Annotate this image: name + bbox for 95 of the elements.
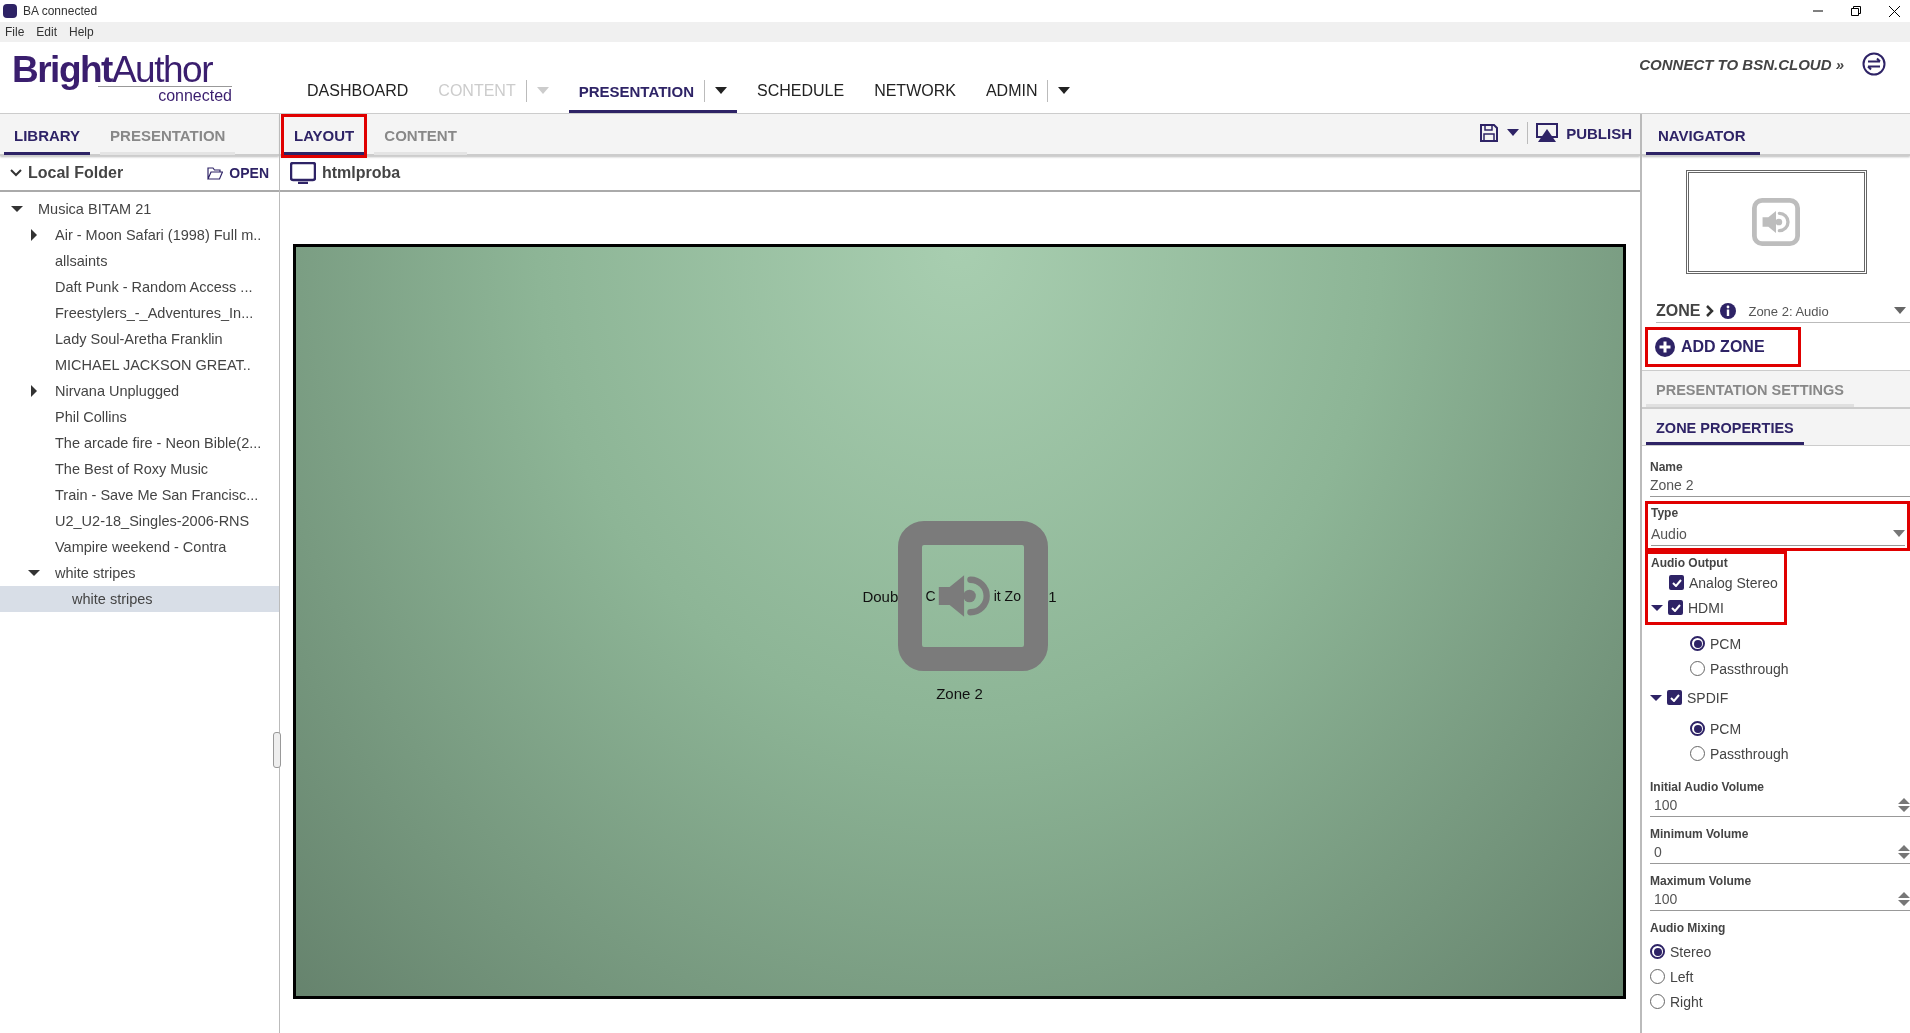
radio-label: Stereo — [1670, 943, 1712, 960]
checkbox-label: SPDIF — [1687, 689, 1729, 706]
spinner-icon[interactable] — [1898, 845, 1910, 859]
tree-item[interactable]: The Best of Roxy Music — [55, 461, 209, 477]
tree-item[interactable]: Nirvana Unplugged — [55, 383, 180, 399]
restore-icon[interactable] — [1851, 6, 1861, 16]
name-field[interactable]: Zone 2 — [1650, 474, 1910, 497]
menu-item[interactable]: Help — [69, 25, 94, 39]
tree-item[interactable]: Air - Moon Safari (1998) Full m.. — [55, 227, 262, 243]
field-label: Initial Audio Volume — [1650, 780, 1765, 794]
caret-icon[interactable] — [1507, 129, 1520, 137]
chevron-icon[interactable] — [10, 169, 22, 177]
zone-hint-fragment: 1 — [1048, 587, 1057, 605]
caret-icon[interactable] — [715, 87, 727, 95]
logo-wordmark: BrightAuthor — [12, 51, 213, 89]
tree-item[interactable]: Musica BITAM 21 — [38, 201, 152, 217]
field-label: Maximum Volume — [1650, 874, 1753, 888]
nav-tab[interactable]: SCHEDULE — [747, 72, 855, 111]
layout-canvas[interactable]: Doub C it Zo 1 Zone 2 — [293, 244, 1626, 999]
caret-icon[interactable] — [1058, 87, 1071, 95]
radio-label: Right — [1670, 993, 1703, 1010]
monitor-icon — [290, 162, 316, 184]
number-field[interactable]: 100 — [1650, 794, 1910, 817]
field-label: Audio Output — [1651, 556, 1729, 570]
radio-label: Passthrough — [1710, 660, 1789, 677]
tree-item[interactable]: MICHAEL JACKSON GREAT.. — [55, 357, 251, 373]
publish-icon — [1536, 123, 1559, 143]
tree-item[interactable]: white stripes — [55, 565, 136, 581]
number-field[interactable]: 0 — [1650, 841, 1910, 864]
nav-tab[interactable]: NETWORK — [864, 72, 966, 111]
expander-icon[interactable] — [28, 229, 40, 241]
expander-icon[interactable] — [11, 203, 23, 215]
tree-item[interactable]: Phil Collins — [55, 409, 127, 425]
editor-tab[interactable]: LAYOUT — [284, 117, 365, 155]
nav-tab[interactable]: DASHBOARD — [297, 72, 419, 111]
expander-icon[interactable] — [28, 567, 40, 579]
folder-icon — [207, 166, 224, 180]
zone-label: Zone 2 — [936, 685, 983, 702]
radio-button[interactable] — [1690, 721, 1705, 736]
menu-item[interactable]: File — [5, 25, 25, 39]
expander-icon[interactable] — [28, 385, 40, 397]
checkbox[interactable] — [1668, 600, 1683, 615]
speaker-icon — [1752, 198, 1800, 246]
tree-item[interactable]: Freestylers_-_Adventures_In... — [55, 305, 254, 321]
tree-item[interactable]: U2_U2-18_Singles-2006-RNS — [55, 513, 250, 529]
radio-label: Left — [1670, 968, 1694, 985]
add-zone-button[interactable]: ADD ZONE — [1645, 327, 1801, 367]
radio-button[interactable] — [1690, 636, 1705, 651]
connect-link[interactable]: CONNECT TO BSN.CLOUD » — [1639, 55, 1844, 73]
tree-item[interactable]: Daft Punk - Random Access ... — [55, 279, 253, 295]
zone-hint-fragment: it Zo — [993, 588, 1021, 604]
field-label: Audio Mixing — [1650, 921, 1727, 935]
save-icon[interactable] — [1479, 123, 1500, 143]
resize-handle[interactable] — [273, 732, 281, 768]
tree-item[interactable]: allsaints — [55, 253, 108, 269]
zone-dropdown[interactable]: Zone 2: Audio — [1742, 302, 1910, 320]
nav-tab[interactable]: ADMIN — [975, 70, 1081, 113]
type-dropdown[interactable]: Audio — [1651, 520, 1905, 546]
spinner-icon[interactable] — [1898, 798, 1910, 812]
sync-icon[interactable] — [1862, 52, 1886, 76]
menu-item[interactable]: Edit — [36, 25, 58, 39]
tree-item[interactable]: The arcade fire - Neon Bible(2... — [55, 435, 262, 451]
zone-thumbnail[interactable] — [1685, 170, 1867, 274]
window-title: BA connected — [23, 4, 98, 18]
tree-item[interactable]: Train - Save Me San Francisc... — [55, 487, 259, 503]
field-label: Name — [1650, 460, 1684, 474]
checkbox-label: HDMI — [1688, 599, 1724, 616]
radio-label: PCM — [1710, 720, 1742, 737]
zone-breadcrumb[interactable]: ZONE — [1656, 302, 1701, 320]
app-icon — [3, 4, 17, 18]
field-label: Type — [1651, 506, 1680, 520]
plus-icon — [1655, 337, 1675, 357]
checkbox[interactable] — [1667, 690, 1682, 705]
checkbox-label: Analog Stereo — [1689, 574, 1778, 591]
panel-tab[interactable]: LIBRARY — [4, 127, 91, 155]
spinner-icon[interactable] — [1898, 892, 1910, 906]
zone-hint-fragment: Doub — [862, 587, 899, 605]
radio-label: Passthrough — [1710, 745, 1789, 762]
logo-subtitle: connected — [98, 86, 232, 105]
info-icon[interactable] — [1720, 303, 1737, 319]
field-label: Minimum Volume — [1650, 827, 1750, 841]
folder-title: Local Folder — [28, 164, 124, 182]
presentation-name: htmlproba — [322, 164, 401, 182]
tree-item[interactable]: Lady Soul-Aretha Franklin — [55, 331, 223, 347]
radio-label: PCM — [1710, 635, 1742, 652]
open-button[interactable]: OPEN — [207, 165, 269, 181]
checkbox[interactable] — [1669, 575, 1684, 590]
tree-item[interactable]: Vampire weekend - Contra — [55, 539, 227, 555]
close-icon[interactable] — [1889, 5, 1900, 17]
publish-button[interactable]: PUBLISH — [1536, 123, 1632, 143]
tree-item[interactable]: white stripes — [72, 591, 153, 607]
chevron-icon — [1706, 305, 1715, 317]
zone-hint-fragment: C — [925, 588, 936, 604]
number-field[interactable]: 100 — [1650, 888, 1910, 911]
radio-button[interactable] — [1650, 944, 1665, 959]
